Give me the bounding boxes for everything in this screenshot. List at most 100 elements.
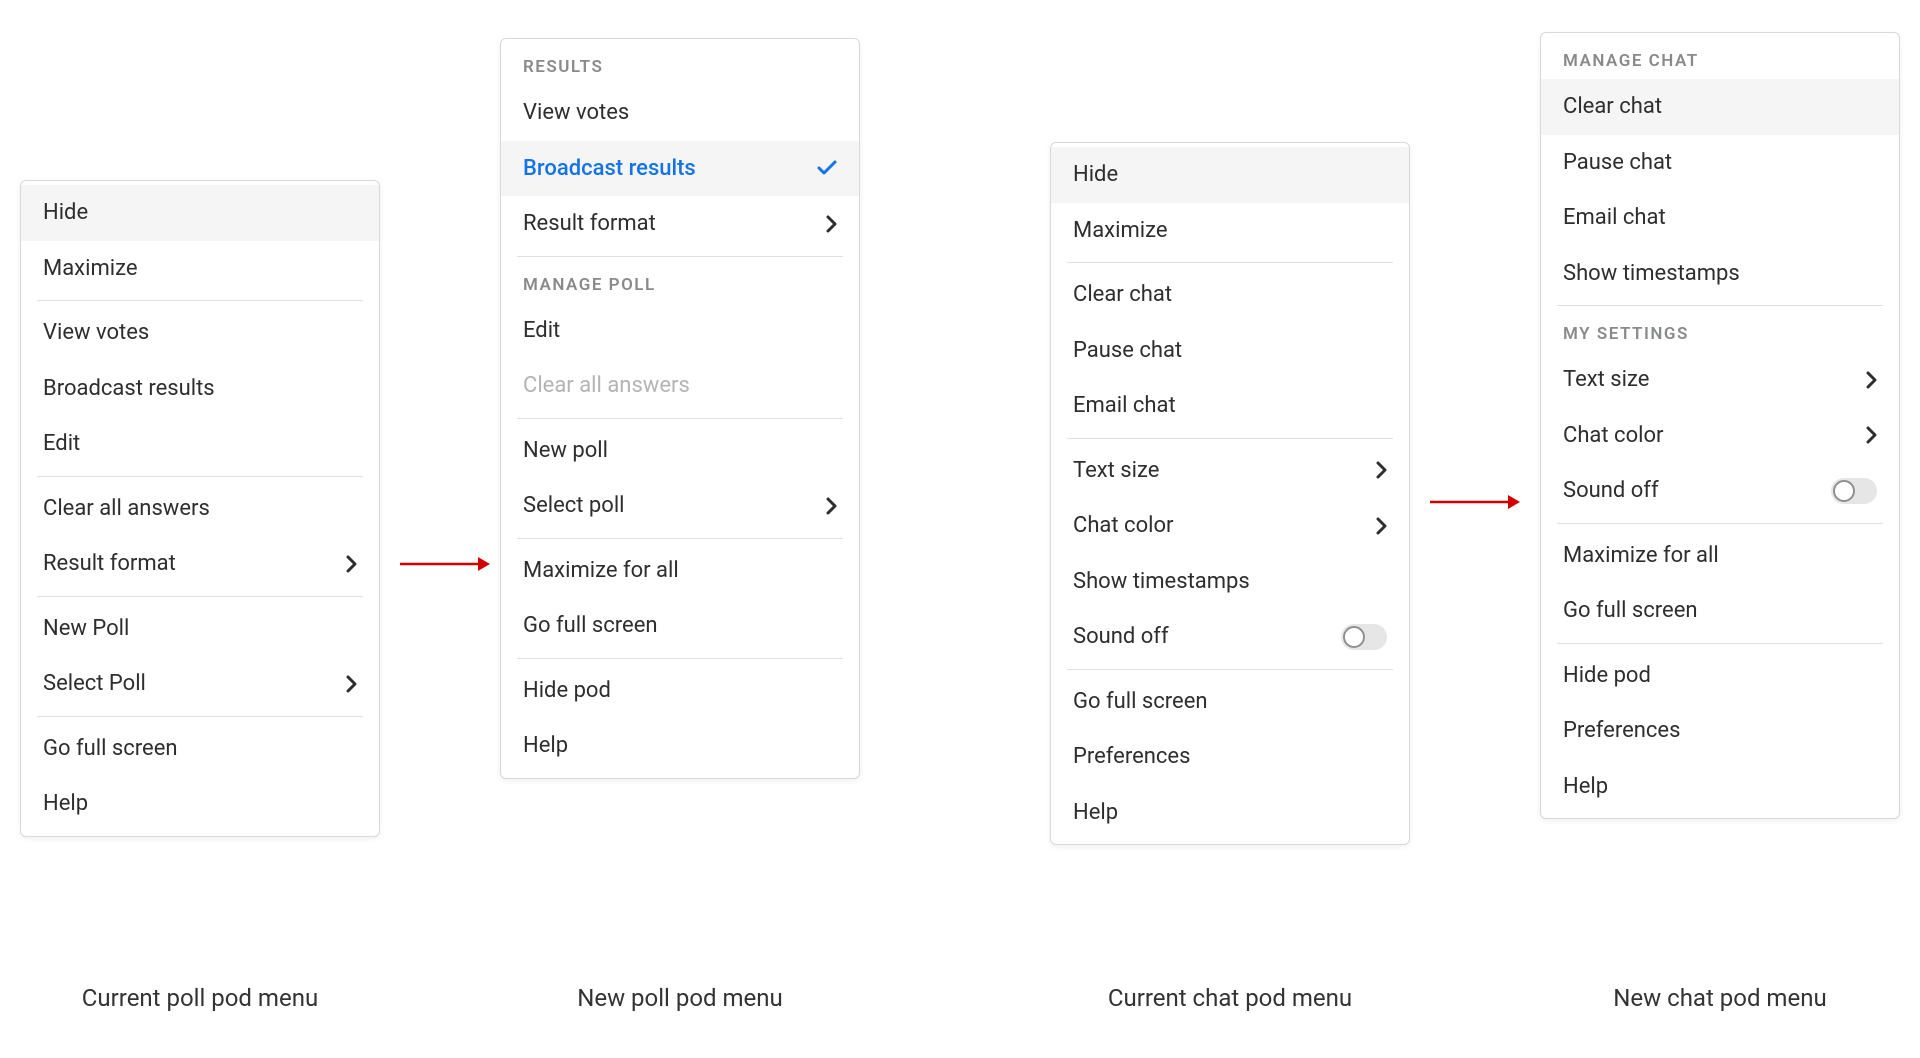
menu-item-hide[interactable]: Hide [1051, 147, 1409, 203]
menu-item-result-format[interactable]: Result format [21, 536, 379, 592]
menu-item-label: Hide [1073, 161, 1118, 189]
menu-item-maximize-for-all[interactable]: Maximize for all [501, 543, 859, 599]
menu-item-chat-color[interactable]: Chat color [1051, 498, 1409, 554]
menu-item-maximize[interactable]: Maximize [1051, 203, 1409, 259]
menu-item-chat-color[interactable]: Chat color [1541, 408, 1899, 464]
menu-item-go-full-screen[interactable]: Go full screen [501, 598, 859, 654]
menu-item-clear-all-answers: Clear all answers [501, 358, 859, 414]
menu-item-clear-chat[interactable]: Clear chat [1541, 79, 1899, 135]
menu-item-maximize[interactable]: Maximize [21, 241, 379, 297]
menu-item-pause-chat[interactable]: Pause chat [1051, 323, 1409, 379]
chevron-right-icon [346, 675, 357, 693]
section-header-manage-poll: MANAGE POLL [501, 261, 859, 303]
menu-item-new-poll[interactable]: New poll [501, 423, 859, 479]
menu-item-help[interactable]: Help [1051, 785, 1409, 841]
menu-item-broadcast-results[interactable]: Broadcast results [21, 361, 379, 417]
menu-item-label: Pause chat [1563, 149, 1672, 177]
menu-item-label: Help [43, 790, 88, 818]
menu-item-label: Clear all answers [523, 372, 690, 400]
chevron-right-icon [346, 555, 357, 573]
menu-item-label: Select Poll [43, 670, 146, 698]
menu-item-pause-chat[interactable]: Pause chat [1541, 135, 1899, 191]
menu-item-view-votes[interactable]: View votes [501, 85, 859, 141]
chevron-right-icon [826, 215, 837, 233]
menu-item-email-chat[interactable]: Email chat [1541, 190, 1899, 246]
menu-item-text-size[interactable]: Text size [1541, 352, 1899, 408]
divider [37, 300, 363, 301]
toggle-knob [1343, 626, 1365, 648]
menu-item-preferences[interactable]: Preferences [1541, 703, 1899, 759]
toggle-switch[interactable] [1341, 624, 1387, 650]
chevron-right-icon [1866, 426, 1877, 444]
menu-item-label: Help [1563, 773, 1608, 801]
menu-item-show-timestamps[interactable]: Show timestamps [1051, 554, 1409, 610]
menu-item-clear-chat[interactable]: Clear chat [1051, 267, 1409, 323]
menu-item-go-full-screen[interactable]: Go full screen [1051, 674, 1409, 730]
menu-item-label: Hide pod [1563, 662, 1651, 690]
menu-item-new-poll[interactable]: New Poll [21, 601, 379, 657]
divider [1557, 305, 1883, 306]
menu-item-label: Show timestamps [1073, 568, 1250, 596]
menu-item-select-poll[interactable]: Select poll [501, 478, 859, 534]
menu-item-hide-pod[interactable]: Hide pod [1541, 648, 1899, 704]
menu-item-label: Preferences [1073, 743, 1190, 771]
divider [37, 716, 363, 717]
menu-item-view-votes[interactable]: View votes [21, 305, 379, 361]
current-chat-menu: Hide Maximize Clear chat Pause chat Emai… [1050, 142, 1410, 845]
menu-item-label: View votes [43, 319, 149, 347]
menu-item-go-full-screen[interactable]: Go full screen [1541, 583, 1899, 639]
menu-item-label: Maximize [43, 255, 138, 283]
menu-item-broadcast-results[interactable]: Broadcast results [501, 141, 859, 197]
divider [1067, 438, 1393, 439]
divider [1067, 262, 1393, 263]
divider [37, 596, 363, 597]
menu-item-label: New Poll [43, 615, 129, 643]
menu-item-label: Go full screen [523, 612, 658, 640]
menu-item-label: Go full screen [43, 735, 178, 763]
divider [517, 658, 843, 659]
menu-item-label: Maximize for all [1563, 542, 1719, 570]
menu-item-label: Broadcast results [523, 155, 696, 183]
divider [517, 418, 843, 419]
menu-item-clear-all-answers[interactable]: Clear all answers [21, 481, 379, 537]
menu-item-help[interactable]: Help [501, 718, 859, 774]
menu-item-text-size[interactable]: Text size [1051, 443, 1409, 499]
checkmark-icon [817, 160, 837, 176]
menu-item-maximize-for-all[interactable]: Maximize for all [1541, 528, 1899, 584]
menu-item-hide[interactable]: Hide [21, 185, 379, 241]
menu-item-help[interactable]: Help [21, 776, 379, 832]
menu-item-label: Hide pod [523, 677, 611, 705]
menu-item-label: Show timestamps [1563, 260, 1740, 288]
divider [1557, 523, 1883, 524]
caption-current-chat: Current chat pod menu [1050, 984, 1410, 1013]
menu-item-select-poll[interactable]: Select Poll [21, 656, 379, 712]
menu-item-label: Clear chat [1563, 93, 1662, 121]
section-header-my-settings: MY SETTINGS [1541, 310, 1899, 352]
menu-item-label: Preferences [1563, 717, 1680, 745]
menu-item-email-chat[interactable]: Email chat [1051, 378, 1409, 434]
divider [1067, 669, 1393, 670]
menu-item-go-full-screen[interactable]: Go full screen [21, 721, 379, 777]
menu-item-label: Select poll [523, 492, 625, 520]
menu-item-label: Email chat [1073, 392, 1176, 420]
arrow-right-icon [400, 554, 490, 574]
section-header-manage-chat: MANAGE CHAT [1541, 37, 1899, 79]
menu-item-label: Sound off [1073, 623, 1169, 651]
menu-item-label: Chat color [1073, 512, 1173, 540]
menu-item-edit[interactable]: Edit [501, 303, 859, 359]
menu-item-result-format[interactable]: Result format [501, 196, 859, 252]
menu-item-sound-off[interactable]: Sound off [1541, 463, 1899, 519]
menu-item-help[interactable]: Help [1541, 759, 1899, 815]
chevron-right-icon [1376, 461, 1387, 479]
toggle-switch[interactable] [1831, 478, 1877, 504]
caption-current-poll: Current poll pod menu [20, 984, 380, 1013]
menu-item-label: Chat color [1563, 422, 1663, 450]
menu-item-label: Broadcast results [43, 375, 215, 403]
menu-item-label: Clear all answers [43, 495, 210, 523]
menu-item-show-timestamps[interactable]: Show timestamps [1541, 246, 1899, 302]
menu-item-preferences[interactable]: Preferences [1051, 729, 1409, 785]
chevron-right-icon [826, 497, 837, 515]
menu-item-edit[interactable]: Edit [21, 416, 379, 472]
menu-item-hide-pod[interactable]: Hide pod [501, 663, 859, 719]
menu-item-sound-off[interactable]: Sound off [1051, 609, 1409, 665]
